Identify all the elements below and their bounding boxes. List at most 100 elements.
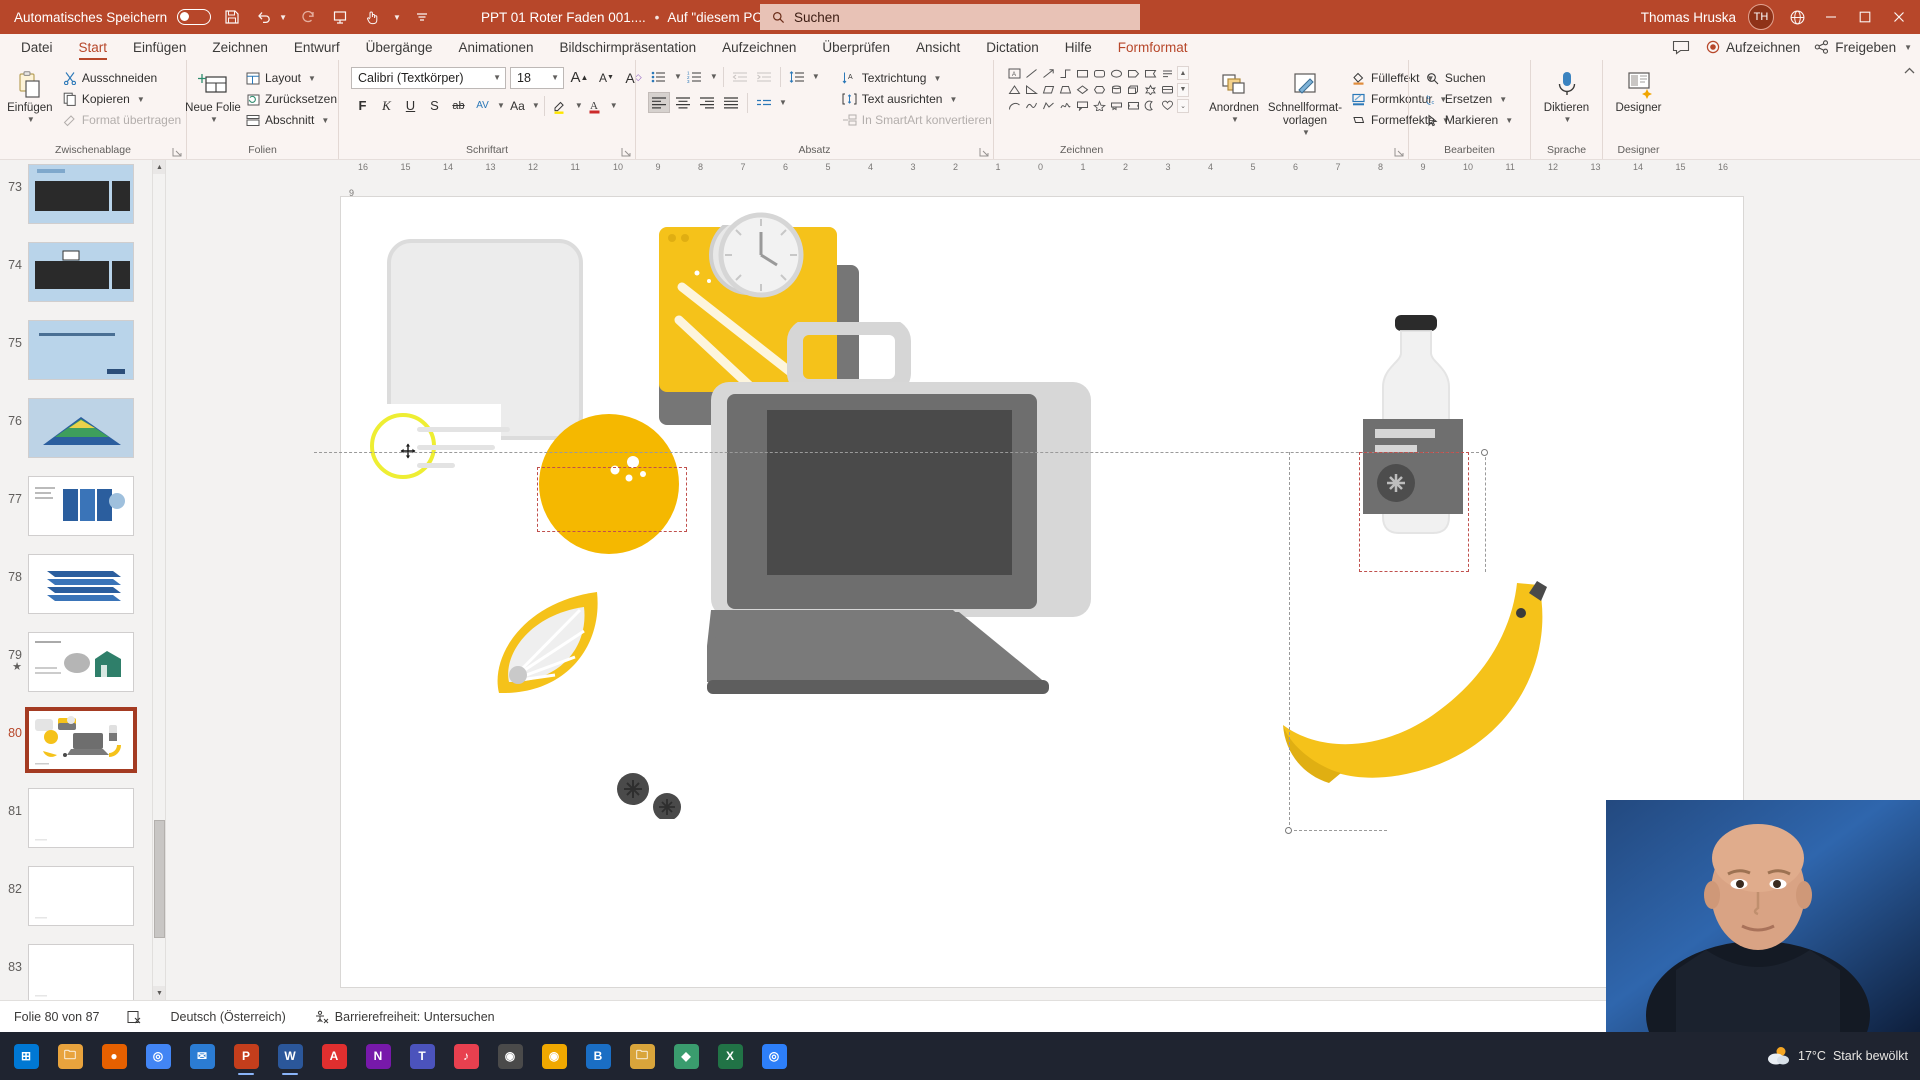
shape-cylinder-icon[interactable]: [1108, 82, 1124, 97]
find-button[interactable]: Suchen: [1422, 68, 1517, 88]
taskbar-firefox[interactable]: ●: [92, 1034, 136, 1078]
highlight-chevron-icon[interactable]: ▼: [575, 101, 583, 110]
shape-selection-box-bottle[interactable]: [1359, 452, 1469, 572]
shape-plaque-icon[interactable]: [1125, 98, 1141, 113]
shape-selection-box-orange[interactable]: [537, 467, 687, 532]
taskbar-acrobat[interactable]: A: [312, 1034, 356, 1078]
slide-thumbnail[interactable]: [28, 788, 134, 848]
shape-freeform-icon[interactable]: [1040, 98, 1056, 113]
shape-more-icon[interactable]: [1159, 66, 1175, 81]
slide-thumbnail[interactable]: [28, 164, 134, 224]
shapes-scroll-up-icon[interactable]: ▲: [1177, 66, 1189, 80]
slide-canvas[interactable]: Thomas Hruska: [314, 197, 1743, 987]
slide-thumbnail[interactable]: [25, 707, 137, 773]
tab-hilfe[interactable]: Hilfe: [1052, 38, 1105, 60]
taskbar-designer[interactable]: ◆: [664, 1034, 708, 1078]
slide-thumbnail[interactable]: [28, 554, 134, 614]
arrange-button[interactable]: Anordnen ▼: [1203, 66, 1265, 124]
paste-button[interactable]: Einfügen ▼: [1, 66, 59, 124]
resize-handle-bl[interactable]: [1285, 827, 1292, 834]
strikethrough-button[interactable]: ab: [447, 94, 470, 117]
font-name-combo[interactable]: Calibri (Textkörper) ▼: [351, 66, 506, 89]
taskbar-music[interactable]: ♪: [444, 1034, 488, 1078]
align-right-icon[interactable]: [696, 92, 718, 113]
underline-button[interactable]: U: [399, 94, 422, 117]
replace-chevron-icon[interactable]: ▼: [1499, 95, 1507, 104]
shape-oval-icon[interactable]: [1108, 66, 1124, 81]
tab--berg-nge[interactable]: Übergänge: [353, 38, 446, 60]
resize-handle-tr[interactable]: [1481, 449, 1488, 456]
slide-thumbnail-item[interactable]: 78: [0, 550, 165, 628]
taskbar-thunderbird[interactable]: ✉: [180, 1034, 224, 1078]
slide-thumbnail-item[interactable]: 80: [0, 706, 165, 784]
decrease-font-size-icon[interactable]: A ▼: [595, 66, 618, 89]
comment-icon[interactable]: [1670, 36, 1692, 58]
tab-datei[interactable]: Datei: [8, 38, 66, 60]
shape-starburst-icon[interactable]: [1142, 82, 1158, 97]
accessibility-status[interactable]: Barrierefreiheit: Untersuchen: [300, 1010, 509, 1024]
shape-banana[interactable]: [1281, 577, 1551, 807]
clipboard-dialog-launcher[interactable]: [172, 146, 183, 157]
shape-arc-icon[interactable]: [1006, 98, 1022, 113]
italic-button[interactable]: K: [375, 94, 398, 117]
taskbar-start-button[interactable]: ⊞: [4, 1034, 48, 1078]
font-name-chevron-icon[interactable]: ▼: [493, 73, 501, 82]
slide-thumbnail-item[interactable]: 83: [0, 940, 165, 1000]
drawing-dialog-launcher[interactable]: [1394, 146, 1405, 157]
reset-button[interactable]: Zurücksetzen: [242, 89, 341, 109]
thumbnail-scroll-thumb[interactable]: [154, 820, 165, 938]
change-case-button[interactable]: Aa: [506, 94, 529, 117]
slide-thumbnail[interactable]: [28, 476, 134, 536]
layout-chevron-icon[interactable]: ▼: [308, 74, 316, 83]
shape-scribble-icon[interactable]: [1057, 98, 1073, 113]
share-chevron-icon[interactable]: ▼: [1904, 43, 1912, 52]
tab--berpr-fen[interactable]: Überprüfen: [809, 38, 903, 60]
shape-ribbon-icon[interactable]: [1108, 98, 1124, 113]
shape-callout-icon[interactable]: [1074, 98, 1090, 113]
dictate-chevron-icon[interactable]: ▼: [1564, 115, 1572, 124]
text-direction-chevron-icon[interactable]: ▼: [933, 74, 941, 83]
justify-icon[interactable]: [720, 92, 742, 113]
slide-thumbnail[interactable]: [28, 866, 134, 926]
shapes-gallery-more-icon[interactable]: ⌄: [1177, 99, 1189, 113]
case-chevron-icon[interactable]: ▼: [532, 101, 540, 110]
tab-start[interactable]: Start: [66, 38, 121, 60]
slide-thumbnail-item[interactable]: 77: [0, 472, 165, 550]
arrange-chevron-icon[interactable]: ▼: [1231, 115, 1239, 124]
new-slide-chevron-icon[interactable]: ▼: [210, 115, 218, 124]
tab-zeichnen[interactable]: Zeichnen: [199, 38, 281, 60]
redo-icon[interactable]: [297, 6, 319, 28]
bullets-chevron-icon[interactable]: ▼: [674, 72, 682, 81]
shape-flowchart-icon[interactable]: [1159, 82, 1175, 97]
line-spacing-chevron-icon[interactable]: ▼: [812, 72, 820, 81]
touch-mode-icon[interactable]: [361, 6, 383, 28]
shape-arrow-icon[interactable]: [1040, 66, 1056, 81]
shape-elbow-icon[interactable]: [1057, 66, 1073, 81]
taskbar-chrome[interactable]: ◎: [136, 1034, 180, 1078]
designer-button[interactable]: Designer: [1610, 66, 1668, 115]
dictate-button[interactable]: Diktieren ▼: [1538, 66, 1596, 124]
taskbar-teams[interactable]: T: [400, 1034, 444, 1078]
bullets-icon[interactable]: [648, 66, 670, 87]
slide-thumbnail-item[interactable]: 75: [0, 316, 165, 394]
touch-chevron-icon[interactable]: ▼: [393, 13, 401, 22]
section-button[interactable]: Abschnitt ▼: [242, 110, 341, 130]
text-direction-button[interactable]: A Textrichtung ▼: [838, 68, 996, 88]
shape-heart-icon[interactable]: [1159, 98, 1175, 113]
tab-ansicht[interactable]: Ansicht: [903, 38, 973, 60]
shape-triangle-icon[interactable]: [1006, 82, 1022, 97]
taskbar-file-explorer[interactable]: 🗀: [48, 1034, 92, 1078]
font-size-chevron-icon[interactable]: ▼: [551, 73, 559, 82]
slide-thumbnail-pane[interactable]: 73 74 75 76 77 78 79 ★ 80 81 82 83 ▲ ▼: [0, 160, 166, 1000]
character-spacing-button[interactable]: AV: [471, 94, 494, 117]
slide-thumbnail-item[interactable]: 79 ★: [0, 628, 165, 706]
font-size-combo[interactable]: 18 ▼: [510, 66, 564, 89]
thumbnail-scroll-up-icon[interactable]: ▲: [153, 160, 165, 174]
slide-thumbnail-item[interactable]: 76: [0, 394, 165, 472]
autosave-toggle[interactable]: [177, 9, 212, 25]
shape-orange-slice[interactable]: [485, 587, 615, 702]
tab-animationen[interactable]: Animationen: [445, 38, 546, 60]
tab-formformat[interactable]: Formformat: [1105, 38, 1201, 60]
user-name[interactable]: Thomas Hruska: [1641, 10, 1736, 25]
tab-dictation[interactable]: Dictation: [973, 38, 1052, 60]
